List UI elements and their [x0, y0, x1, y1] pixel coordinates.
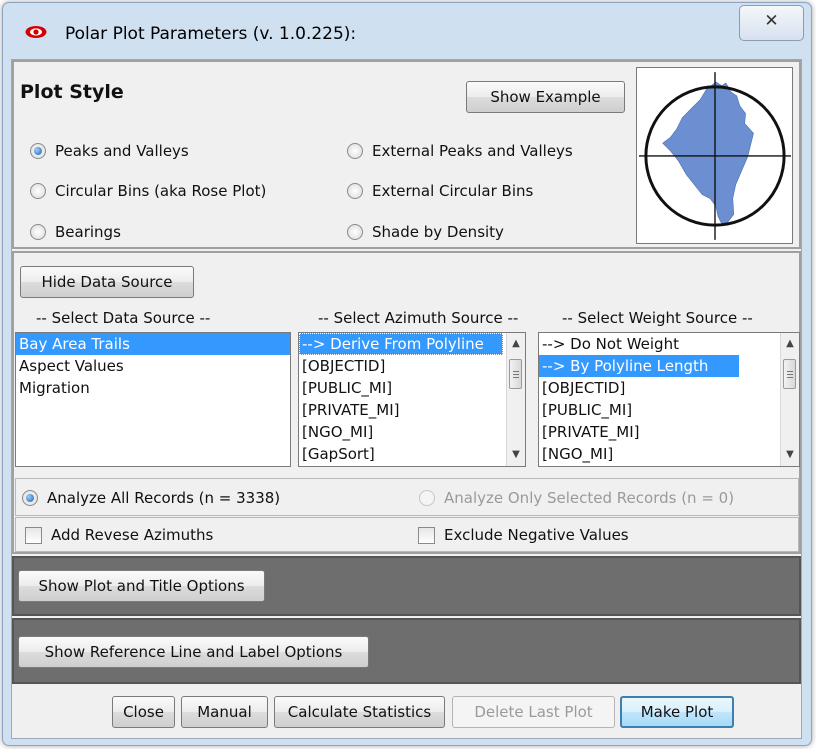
- checkbox[interactable]: [25, 526, 42, 544]
- plot-title-options-panel: Show Plot and Title Options: [12, 556, 801, 616]
- list-item[interactable]: Migration: [16, 377, 290, 399]
- close-icon: ✕: [764, 11, 779, 31]
- close-button[interactable]: Close: [112, 696, 175, 728]
- scroll-down-icon[interactable]: ▼: [507, 446, 525, 464]
- reference-line-options-panel: Show Reference Line and Label Options: [12, 618, 801, 684]
- plot-style-panel: Plot Style Show Example Peaks and Valley…: [12, 60, 801, 249]
- scrollbar-thumb[interactable]: [783, 359, 796, 389]
- list-item[interactable]: [PRIVATE_MI]: [299, 399, 525, 421]
- title-bar: Polar Plot Parameters (v. 1.0.225): ✕: [3, 3, 811, 59]
- options-group: Add Revese Azimuths Exclude Negative Val…: [15, 517, 799, 552]
- dialog-client-area: Plot Style Show Example Peaks and Valley…: [11, 59, 802, 739]
- radio-button[interactable]: [347, 224, 363, 240]
- list-item[interactable]: [PUBLIC_MI]: [539, 399, 799, 421]
- radio-label: Analyze Only Selected Records (n = 0): [444, 489, 735, 507]
- radio-peaks-and-valleys[interactable]: Peaks and Valleys: [30, 142, 189, 160]
- radio-button[interactable]: [22, 490, 38, 506]
- delete-last-plot-button[interactable]: Delete Last Plot: [452, 696, 615, 728]
- weight-source-label: -- Select Weight Source --: [562, 309, 753, 327]
- list-item[interactable]: [PRIVATE_MI]: [539, 421, 799, 443]
- radio-analyze-all-records[interactable]: Analyze All Records (n = 3338): [22, 489, 280, 507]
- radio-label: Analyze All Records (n = 3338): [47, 489, 281, 507]
- radio-analyze-selected-records[interactable]: Analyze Only Selected Records (n = 0): [419, 489, 734, 507]
- radio-label: Circular Bins (aka Rose Plot): [55, 182, 267, 200]
- records-group: Analyze All Records (n = 3338) Analyze O…: [15, 478, 799, 516]
- radio-label: Shade by Density: [372, 223, 504, 241]
- list-item[interactable]: --> By Polyline Length: [539, 355, 739, 377]
- add-reverse-azimuths-checkbox[interactable]: Add Revese Azimuths: [25, 526, 213, 544]
- exclude-negative-values-checkbox[interactable]: Exclude Negative Values: [418, 526, 629, 544]
- scroll-up-icon[interactable]: ▲: [781, 335, 799, 353]
- list-item[interactable]: Bay Area Trails: [16, 333, 290, 355]
- list-item[interactable]: [NGO_MI]: [539, 443, 799, 465]
- scroll-up-icon[interactable]: ▲: [507, 335, 525, 353]
- list-item[interactable]: --> Derive From Polyline: [299, 333, 503, 355]
- radio-button[interactable]: [347, 183, 363, 199]
- window-close-button[interactable]: ✕: [739, 5, 804, 41]
- data-source-label: -- Select Data Source --: [36, 309, 211, 327]
- radio-label: External Circular Bins: [372, 182, 534, 200]
- azimuth-source-listbox[interactable]: --> Derive From Polyline [OBJECTID] [PUB…: [298, 332, 526, 467]
- polar-plot-parameters-window: Polar Plot Parameters (v. 1.0.225): ✕ Pl…: [2, 2, 812, 746]
- radio-bearings[interactable]: Bearings: [30, 223, 121, 241]
- radio-label: External Peaks and Valleys: [372, 142, 573, 160]
- show-example-button[interactable]: Show Example: [466, 81, 625, 113]
- preview-polar-shape: [662, 81, 754, 225]
- scroll-down-icon[interactable]: ▼: [781, 446, 799, 464]
- list-item[interactable]: --> Do Not Weight: [539, 333, 799, 355]
- list-item[interactable]: [GapSort]: [299, 443, 525, 465]
- list-item[interactable]: [OBJECTID]: [299, 355, 525, 377]
- eye-icon: [25, 26, 47, 38]
- data-source-panel: Hide Data Source -- Select Data Source -…: [12, 251, 801, 554]
- checkbox[interactable]: [418, 526, 435, 544]
- radio-external-circular-bins[interactable]: External Circular Bins: [347, 182, 533, 200]
- manual-button[interactable]: Manual: [181, 696, 268, 728]
- weight-source-listbox[interactable]: --> Do Not Weight --> By Polyline Length…: [538, 332, 800, 467]
- show-plot-title-options-button[interactable]: Show Plot and Title Options: [18, 570, 265, 602]
- make-plot-button[interactable]: Make Plot: [620, 696, 734, 728]
- radio-button[interactable]: [30, 183, 46, 199]
- calculate-statistics-button[interactable]: Calculate Statistics: [274, 696, 445, 728]
- list-item[interactable]: Aspect Values: [16, 355, 290, 377]
- checkbox-label: Exclude Negative Values: [444, 526, 629, 544]
- plot-style-heading: Plot Style: [20, 81, 124, 103]
- weight-scrollbar[interactable]: ▲ ▼: [780, 333, 799, 466]
- plot-style-preview-image: [636, 67, 793, 244]
- data-source-listbox[interactable]: Bay Area Trails Aspect Values Migration: [15, 332, 291, 467]
- list-item[interactable]: [OBJECTID]: [539, 377, 799, 399]
- radio-circular-bins[interactable]: Circular Bins (aka Rose Plot): [30, 182, 266, 200]
- azimuth-source-label: -- Select Azimuth Source --: [318, 309, 519, 327]
- show-reference-line-options-button[interactable]: Show Reference Line and Label Options: [18, 636, 369, 668]
- scrollbar-thumb[interactable]: [509, 359, 522, 389]
- list-item[interactable]: [NGO_MI]: [299, 421, 525, 443]
- radio-label: Bearings: [55, 223, 121, 241]
- radio-button[interactable]: [30, 224, 46, 240]
- checkbox-label: Add Revese Azimuths: [51, 526, 214, 544]
- radio-button[interactable]: [419, 490, 435, 506]
- window-title: Polar Plot Parameters (v. 1.0.225):: [65, 24, 357, 44]
- radio-external-peaks-and-valleys[interactable]: External Peaks and Valleys: [347, 142, 573, 160]
- radio-button[interactable]: [30, 143, 46, 159]
- radio-shade-by-density[interactable]: Shade by Density: [347, 223, 504, 241]
- azimuth-scrollbar[interactable]: ▲ ▼: [506, 333, 525, 466]
- radio-button[interactable]: [347, 143, 363, 159]
- hide-data-source-button[interactable]: Hide Data Source: [20, 266, 194, 298]
- radio-label: Peaks and Valleys: [55, 142, 189, 160]
- footer-button-bar: Close Manual Calculate Statistics Delete…: [12, 686, 801, 738]
- list-item[interactable]: [PUBLIC_MI]: [299, 377, 525, 399]
